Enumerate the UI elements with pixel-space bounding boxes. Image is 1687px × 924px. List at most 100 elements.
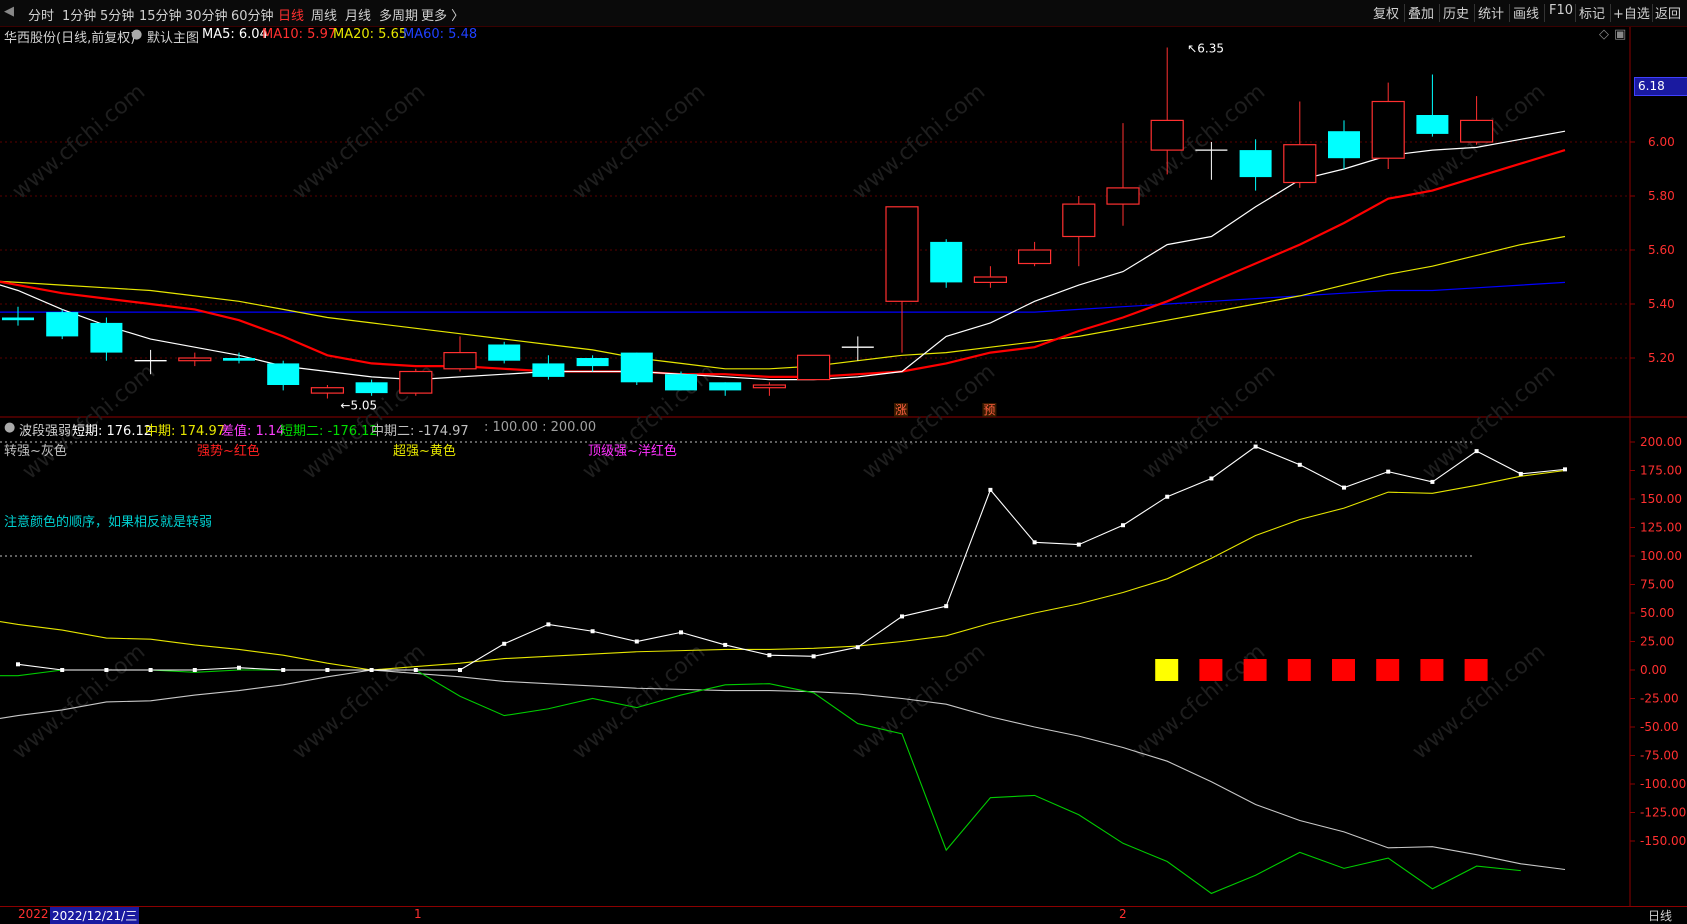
candle-body xyxy=(178,357,212,362)
short-point xyxy=(767,653,772,658)
strength-block xyxy=(1155,659,1179,681)
candle-body xyxy=(355,382,388,394)
candle-body xyxy=(665,374,697,391)
watermark-text: www.cfchi.com xyxy=(288,639,430,764)
short-point xyxy=(590,629,595,634)
legend-gray: 转强~灰色 xyxy=(4,444,67,459)
candle-body xyxy=(1416,115,1449,134)
low-label: ←5.05 xyxy=(340,399,377,413)
short-point xyxy=(60,668,65,672)
short2-line xyxy=(0,669,1521,895)
short-point xyxy=(1563,467,1567,472)
candle-body xyxy=(223,358,255,361)
watermark-text: www.cfchi.com xyxy=(288,79,430,204)
short-point xyxy=(1430,479,1435,484)
ind-axis-label: 50.00 xyxy=(1640,606,1674,620)
ma5-line xyxy=(0,130,1566,381)
indicator-infobar: ● 波段强弱 短期: 176.12 中期: 174.97 差值: 1.14 短期… xyxy=(0,420,1620,439)
short-point xyxy=(723,642,728,647)
short-point xyxy=(325,668,330,672)
short-point xyxy=(369,668,374,672)
short-point xyxy=(1076,542,1081,547)
strength-block xyxy=(1464,659,1488,681)
candle-body xyxy=(310,387,344,394)
ind-axis-label: -75.00 xyxy=(1640,749,1679,763)
ind-axis-label: -150.00 xyxy=(1640,834,1686,848)
ind-axis-label: 175.00 xyxy=(1640,464,1682,478)
short-point xyxy=(281,668,286,672)
watermark-text: www.cfchi.com xyxy=(1128,79,1270,204)
ind-axis-label: 200.00 xyxy=(1640,435,1682,449)
candle-body xyxy=(443,352,477,370)
short-point xyxy=(811,654,816,659)
short-point xyxy=(413,668,418,672)
strength-block xyxy=(1199,659,1223,681)
watermark-text: www.cfchi.com xyxy=(1128,639,1270,764)
candle-body xyxy=(1459,119,1494,143)
short-point xyxy=(237,665,241,670)
strength-block xyxy=(1287,659,1311,681)
ind-axis-label: -25.00 xyxy=(1640,692,1679,706)
strength-block xyxy=(1376,659,1400,681)
month-label-1: 1 xyxy=(414,907,422,921)
chart-canvas: 6.00 5.80 5.60 5.40 5.20 www.cfchi.com www.cfc… xyxy=(0,27,1687,906)
ind-axis-label: 125.00 xyxy=(1640,521,1682,535)
strength-block xyxy=(1420,659,1444,681)
candle-body xyxy=(620,352,653,383)
candle-body xyxy=(930,241,963,283)
indicator-short2: 短期二: -176.12 xyxy=(280,424,378,439)
mid-line xyxy=(0,469,1566,671)
short-point xyxy=(1518,471,1523,476)
short-point xyxy=(1253,444,1258,449)
ind-axis-label: -125.00 xyxy=(1640,806,1686,820)
indicator-name[interactable]: 波段强弱 xyxy=(19,420,71,439)
watermark-text: www.cfchi.com xyxy=(848,639,990,764)
candle-body xyxy=(90,322,123,353)
candle-body xyxy=(2,317,34,321)
short-point xyxy=(988,487,993,492)
candle-body xyxy=(532,363,565,377)
candle-body xyxy=(267,363,300,385)
short-point xyxy=(1386,469,1391,474)
ind-axis-label: 150.00 xyxy=(1640,492,1682,506)
ind-axis-label: 0.00 xyxy=(1640,663,1667,677)
price-axis-label: 6.00 xyxy=(1648,135,1675,149)
short-point xyxy=(16,662,20,667)
short-point xyxy=(1297,462,1302,467)
short-point xyxy=(104,668,109,672)
short-point xyxy=(192,668,197,672)
ind-axis-label: -100.00 xyxy=(1640,777,1686,791)
cursor-date: 2022/12/21/三 xyxy=(50,907,140,924)
short-point xyxy=(1342,485,1346,490)
year-label: 2022 xyxy=(18,907,49,921)
indicator-dot-icon[interactable]: ● xyxy=(4,420,15,435)
price-axis-label: 5.20 xyxy=(1648,351,1675,365)
short-point xyxy=(900,614,904,619)
candle-body xyxy=(1283,144,1317,184)
ind-axis-label: 25.00 xyxy=(1640,635,1674,649)
candle-body xyxy=(885,206,919,302)
indicator-note: 注意颜色的顺序，如果相反就是转弱 xyxy=(4,515,213,530)
date-axis-bar: 2022 2022/12/21/三 1 2 日线 xyxy=(0,906,1687,924)
short-line xyxy=(17,445,1566,671)
candle-body xyxy=(399,370,433,394)
short-point xyxy=(679,630,683,635)
indicator-diff: 差值: 1.14 xyxy=(221,424,285,439)
strength-block xyxy=(1332,659,1355,681)
ma60-line xyxy=(0,281,1566,313)
candle-body xyxy=(1017,249,1052,265)
signal-label: 涨 xyxy=(895,402,907,417)
short-point xyxy=(458,668,462,672)
watermark-text: www.cfchi.com xyxy=(848,79,990,204)
candle-body xyxy=(1106,187,1140,205)
period-label: 日线 xyxy=(1648,909,1673,923)
candle-body xyxy=(1062,203,1096,238)
candle-body xyxy=(1150,119,1184,151)
short-point xyxy=(1209,476,1214,481)
candle-body xyxy=(46,312,79,337)
legend-magenta: 顶级强~洋红色 xyxy=(588,444,677,459)
indicator-levels: : 100.00 : 200.00 xyxy=(484,420,597,435)
short-point xyxy=(546,622,551,627)
candle-body xyxy=(1371,100,1405,159)
ind-axis-label: -50.00 xyxy=(1640,720,1679,734)
